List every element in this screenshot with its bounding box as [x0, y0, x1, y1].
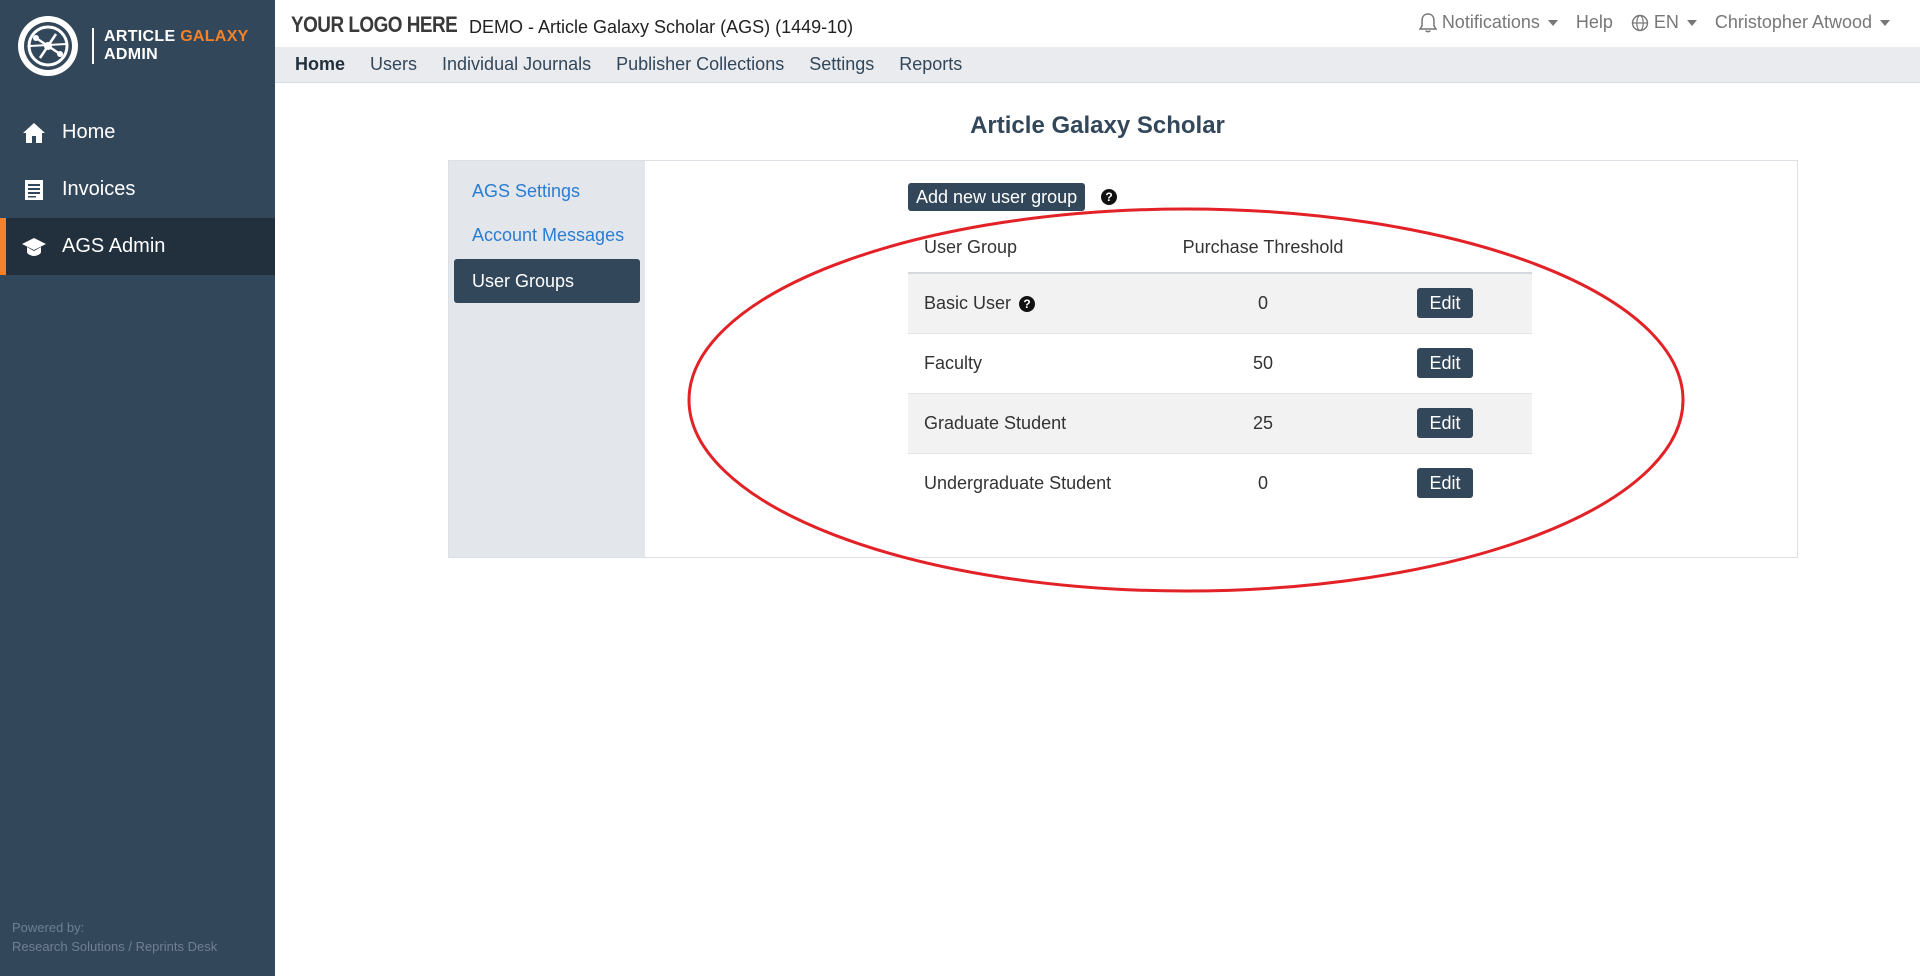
brand-line2: ADMIN [104, 46, 158, 63]
user-dropdown[interactable]: Christopher Atwood [1715, 12, 1890, 33]
brand-line1: ARTICLE [104, 28, 176, 45]
help-label: Help [1575, 12, 1613, 32]
menu-item-users[interactable]: Users [370, 54, 417, 75]
help-icon[interactable]: ? [1019, 295, 1036, 312]
table-row: Graduate Student 25 Edit [908, 392, 1532, 453]
table-header-row: User Group Purchase Threshold [908, 223, 1532, 274]
brand-divider [92, 28, 94, 64]
edit-button[interactable]: Edit [1417, 468, 1473, 499]
topbar: YOUR LOGO HERE DEMO - Article Galaxy Sch… [275, 0, 1920, 47]
panel-nav-ags-settings[interactable]: AGS Settings [449, 169, 645, 213]
chevron-down-icon [1547, 19, 1558, 26]
powered-by-company[interactable]: Research Solutions / Reprints Desk [12, 937, 217, 956]
user-groups-table: User Group Purchase Threshold Basic User… [908, 223, 1532, 513]
side-nav: Home Invoices AGS Admin [0, 104, 275, 275]
column-header-user-group: User Group [908, 223, 1168, 274]
panel-nav-user-groups[interactable]: User Groups [454, 259, 640, 303]
actions-cell: Edit [1358, 332, 1532, 393]
brand-text: ARTICLE GALAXY ADMIN [104, 28, 249, 64]
column-header-actions [1358, 223, 1532, 274]
article-galaxy-logo-icon [18, 16, 78, 76]
user-group-name: Basic User [924, 292, 1012, 313]
top-right-menu: Notifications Help EN Christopher Atwood [1418, 12, 1890, 33]
invoice-icon [25, 179, 43, 200]
powered-by: Powered by: Research Solutions / Reprint… [12, 918, 217, 956]
menu-item-settings[interactable]: Settings [809, 54, 874, 75]
menu-item-individual-journals[interactable]: Individual Journals [442, 54, 591, 75]
notifications-dropdown[interactable]: Notifications [1418, 12, 1558, 33]
powered-by-label: Powered by: [12, 920, 85, 935]
sidebar: ARTICLE GALAXY ADMIN Home Invoices AGS A… [0, 0, 275, 976]
table-row: Undergraduate Student 0 Edit [908, 452, 1532, 513]
panel-nav-account-messages[interactable]: Account Messages [449, 213, 645, 257]
globe-icon [1631, 14, 1649, 31]
actions-cell: Edit [1358, 272, 1532, 333]
user-group-cell: Faculty [908, 332, 1168, 393]
sidebar-item-label: Home [62, 121, 116, 143]
purchase-threshold-cell: 0 [1168, 452, 1358, 513]
sidebar-item-ags-admin[interactable]: AGS Admin [0, 218, 275, 275]
add-user-group-button[interactable]: Add new user group [908, 183, 1086, 211]
language-label: EN [1653, 12, 1679, 32]
purchase-threshold-cell: 25 [1168, 392, 1358, 453]
purchase-threshold-cell: 50 [1168, 332, 1358, 393]
demo-title: DEMO - Article Galaxy Scholar (AGS) (144… [469, 17, 854, 37]
brand-line1-accent: GALAXY [180, 28, 249, 45]
chevron-down-icon [1880, 19, 1890, 26]
graduation-cap-icon [22, 237, 46, 256]
sidebar-item-home[interactable]: Home [0, 104, 275, 161]
user-group-cell: Undergraduate Student [908, 452, 1168, 513]
panel-nav: AGS Settings Account Messages User Group… [449, 161, 645, 557]
language-dropdown[interactable]: EN [1631, 12, 1697, 33]
actions-cell: Edit [1358, 392, 1532, 453]
user-name: Christopher Atwood [1714, 12, 1872, 32]
user-group-cell: Graduate Student [908, 392, 1168, 453]
column-header-purchase-threshold: Purchase Threshold [1168, 223, 1358, 274]
sidebar-item-label: Invoices [62, 178, 136, 200]
menu-item-home[interactable]: Home [295, 54, 345, 75]
home-icon [23, 122, 45, 143]
edit-button[interactable]: Edit [1417, 288, 1473, 319]
notifications-label: Notifications [1441, 12, 1540, 32]
table-row: Basic User? 0 Edit [908, 272, 1532, 333]
user-group-cell: Basic User? [908, 272, 1168, 333]
purchase-threshold-cell: 0 [1168, 272, 1358, 333]
help-icon[interactable]: ? [1101, 189, 1117, 205]
edit-button[interactable]: Edit [1417, 408, 1473, 438]
actions-cell: Edit [1358, 452, 1532, 513]
brand[interactable]: ARTICLE GALAXY ADMIN [16, 14, 249, 78]
table-row: Faculty 50 Edit [908, 332, 1532, 393]
settings-panel: AGS Settings Account Messages User Group… [448, 160, 1798, 558]
menu-item-publisher-collections[interactable]: Publisher Collections [616, 54, 784, 75]
page-title: Article Galaxy Scholar [970, 112, 1225, 139]
menu-item-reports[interactable]: Reports [899, 54, 962, 75]
chevron-down-icon [1686, 19, 1697, 26]
sidebar-item-label: AGS Admin [62, 235, 166, 257]
main-menu: Home Users Individual Journals Publisher… [275, 47, 1920, 83]
edit-button[interactable]: Edit [1417, 348, 1473, 378]
customer-logo: YOUR LOGO HERE [291, 12, 458, 37]
help-link[interactable]: Help [1576, 12, 1613, 33]
sidebar-item-invoices[interactable]: Invoices [0, 161, 275, 218]
bell-icon [1418, 12, 1437, 32]
